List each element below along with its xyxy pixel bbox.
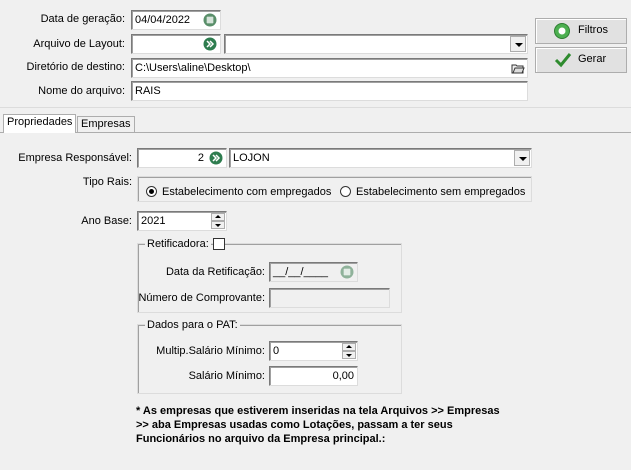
filtros-button[interactable]: Filtros: [535, 18, 627, 44]
note-line-3: Funcionários no arquivo da Empresa princ…: [136, 433, 386, 445]
note-line-2: >> aba Empresas usadas como Lotações, pa…: [136, 419, 453, 431]
ano-base-value: 2021: [141, 215, 166, 227]
salario-minimo-field[interactable]: 0,00: [269, 366, 358, 386]
lookup-arrow-icon[interactable]: [209, 151, 223, 165]
arquivo-layout-code-field[interactable]: [131, 34, 221, 54]
nome-arquivo-field[interactable]: RAIS: [131, 81, 528, 101]
diretorio-field[interactable]: C:\Users\aline\Desktop\: [131, 58, 528, 78]
mult-salario-value: 0: [273, 345, 280, 357]
tab-propriedades-label: Propriedades: [7, 116, 73, 128]
data-retificacao-field[interactable]: __/__/____: [269, 262, 358, 282]
salario-minimo-value: 0,00: [332, 370, 354, 382]
mult-salario-stepper[interactable]: 0: [269, 341, 358, 361]
filtros-label: Filtros: [578, 24, 608, 36]
spin-down-icon[interactable]: [211, 221, 225, 229]
data-geracao-field[interactable]: 04/04/2022: [131, 10, 221, 30]
gerar-button[interactable]: Gerar: [535, 47, 627, 73]
mult-salario-label: Multip.Salário Mínimo:: [156, 345, 265, 357]
empresa-label: Empresa Responsável:: [18, 152, 132, 164]
nome-arquivo-label: Nome do arquivo:: [38, 85, 125, 97]
tab-propriedades[interactable]: Propriedades: [3, 114, 77, 133]
spin-up-icon[interactable]: [342, 343, 356, 351]
radio-com-label: Estabelecimento com empregados: [162, 186, 332, 198]
tipo-rais-label: Tipo Rais:: [82, 176, 132, 188]
data-geracao-label: Data de geração:: [40, 13, 125, 25]
ano-base-stepper[interactable]: 2021: [137, 211, 227, 231]
note-line-1: * As empresas que estiverem inseridas na…: [136, 405, 500, 417]
numero-comprovante-field[interactable]: [269, 288, 390, 308]
tab-empresas[interactable]: Empresas: [77, 116, 135, 133]
salario-minimo-label: Salário Mínimo:: [188, 370, 265, 382]
empresa-select[interactable]: LOJON: [229, 148, 532, 168]
checkmark-icon: [554, 53, 572, 68]
spinner[interactable]: [211, 213, 225, 229]
calendar-icon[interactable]: [340, 265, 354, 279]
calendar-icon[interactable]: [203, 13, 217, 27]
data-geracao-value: 04/04/2022: [135, 14, 191, 26]
empresa-name-value: LOJON: [233, 152, 270, 164]
folder-open-icon[interactable]: [511, 61, 525, 75]
nome-arquivo-value: RAIS: [135, 85, 161, 97]
data-retificacao-value: __/__/____: [273, 266, 329, 278]
data-retificacao-label: Data da Retificação:: [165, 266, 265, 278]
pat-title: Dados para o PAT:: [145, 318, 240, 332]
radio-sem-label: Estabelecimento sem empregados: [356, 186, 526, 198]
chevron-down-icon[interactable]: [510, 36, 526, 52]
divider: [0, 107, 631, 108]
retificadora-checkbox[interactable]: [213, 238, 225, 250]
spin-down-icon[interactable]: [342, 351, 356, 359]
retificadora-label: Retificadora:: [145, 237, 211, 251]
numero-comprovante-label: Número de Comprovante:: [138, 292, 265, 304]
spin-up-icon[interactable]: [211, 213, 225, 221]
diretorio-value: C:\Users\aline\Desktop\: [135, 62, 251, 74]
diretorio-label: Diretório de destino:: [26, 61, 125, 73]
filter-circle-icon: [554, 23, 570, 39]
ano-base-label: Ano Base:: [81, 215, 132, 227]
empresa-code-value: 2: [197, 152, 204, 164]
chevron-down-icon[interactable]: [514, 150, 530, 166]
radio-sem-empregados[interactable]: [340, 186, 351, 197]
arquivo-layout-select[interactable]: [224, 34, 528, 54]
empresa-code-field[interactable]: 2: [137, 148, 227, 168]
lookup-arrow-icon[interactable]: [203, 37, 217, 51]
tab-empresas-label: Empresas: [81, 118, 131, 130]
gerar-label: Gerar: [578, 53, 607, 65]
arquivo-layout-label: Arquivo de Layout:: [33, 38, 125, 50]
radio-com-empregados[interactable]: [146, 186, 157, 197]
spinner[interactable]: [342, 343, 356, 359]
